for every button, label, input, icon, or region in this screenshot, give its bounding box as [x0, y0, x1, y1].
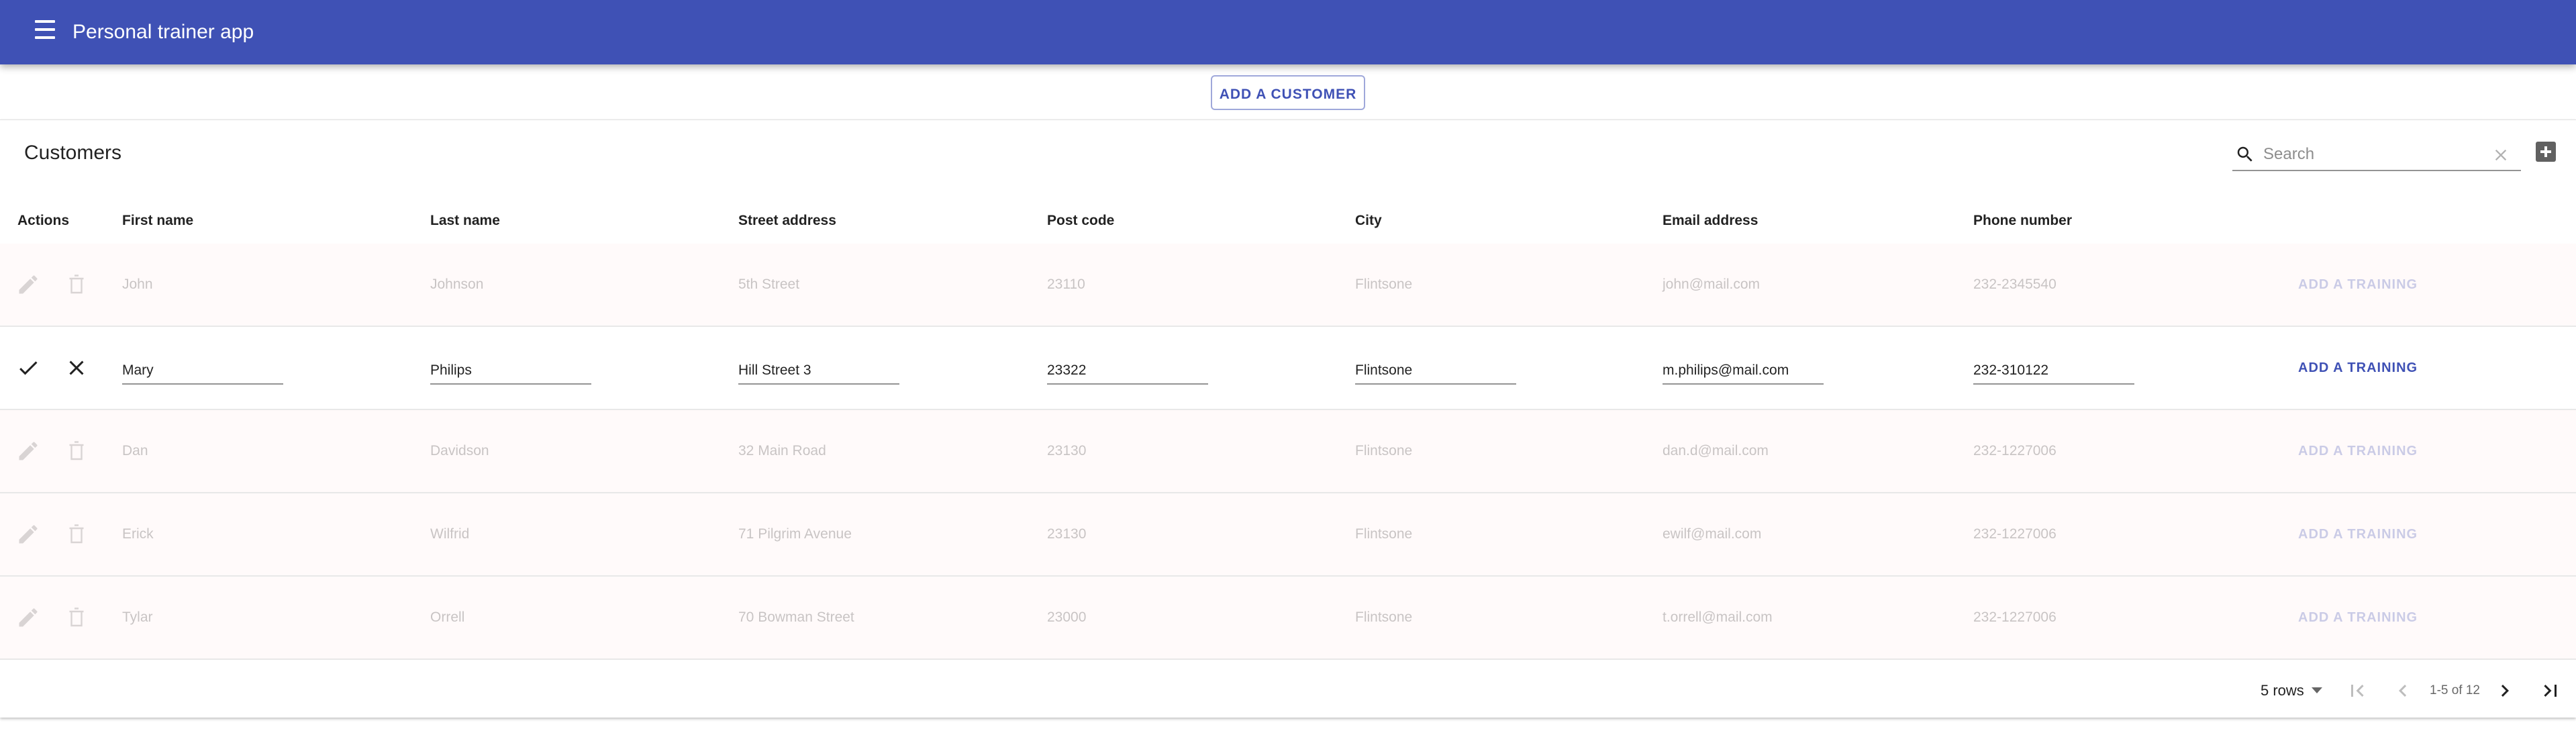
- cell-city: Flintsone: [1355, 526, 1413, 542]
- add-training-button[interactable]: ADD A TRAINING: [2298, 410, 2418, 492]
- cell-phone-number: 232-1227006: [1973, 443, 2057, 458]
- post-code-field[interactable]: [1047, 351, 1208, 385]
- column-header-phone-number[interactable]: Phone number: [1973, 199, 2072, 242]
- delete-icon[interactable]: [64, 605, 89, 630]
- delete-icon[interactable]: [64, 273, 89, 297]
- cell-post-code: 23110: [1047, 277, 1085, 292]
- previous-page-icon[interactable]: [2391, 679, 2415, 703]
- chevron-down-icon[interactable]: [2312, 687, 2322, 693]
- column-header-street-address[interactable]: Street address: [738, 199, 836, 242]
- cell-street-address: 32 Main Road: [738, 443, 826, 458]
- cell-last-name: Wilfrid: [430, 526, 470, 542]
- cell-city: Flintsone: [1355, 443, 1413, 458]
- customers-table: Customers Actions First name Last name S…: [0, 119, 2576, 718]
- cell-first-name: Dan: [122, 443, 148, 458]
- street-address-field[interactable]: [738, 351, 899, 385]
- cell-first-name: Tylar: [122, 609, 153, 625]
- add-training-button[interactable]: ADD A TRAINING: [2298, 577, 2418, 658]
- cell-phone-number: 232-1227006: [1973, 609, 2057, 625]
- cell-phone-number: 232-2345540: [1973, 277, 2057, 292]
- menu-icon[interactable]: [35, 20, 62, 44]
- table-header: Actions First name Last name Street addr…: [0, 199, 2576, 242]
- cell-last-name: Johnson: [430, 277, 484, 292]
- column-header-first-name[interactable]: First name: [122, 199, 193, 242]
- column-header-actions: Actions: [17, 213, 70, 228]
- add-training-button[interactable]: ADD A TRAINING: [2298, 327, 2418, 409]
- email-address-field[interactable]: [1663, 351, 1824, 385]
- table-row: Dan Davidson 32 Main Road 23130 Flintson…: [0, 410, 2576, 493]
- cell-street-address: 70 Bowman Street: [738, 609, 854, 625]
- check-icon[interactable]: [16, 356, 40, 380]
- delete-icon[interactable]: [64, 439, 89, 463]
- cell-first-name: John: [122, 277, 153, 292]
- cell-email-address: dan.d@mail.com: [1663, 443, 1769, 458]
- table-row: Tylar Orrell 70 Bowman Street 23000 Flin…: [0, 577, 2576, 660]
- edit-icon[interactable]: [16, 605, 40, 630]
- first-page-icon[interactable]: [2345, 679, 2369, 703]
- pagination: 5 rows 1-5 of 12: [0, 664, 2576, 718]
- column-header-post-code[interactable]: Post code: [1047, 199, 1114, 242]
- add-customer-button[interactable]: ADD A CUSTOMER: [1211, 75, 1365, 110]
- last-page-icon[interactable]: [2538, 679, 2563, 703]
- table-title: Customers: [24, 142, 122, 164]
- add-training-button[interactable]: ADD A TRAINING: [2298, 244, 2418, 326]
- rows-per-page-select[interactable]: 5 rows: [2261, 677, 2334, 704]
- edit-icon[interactable]: [16, 273, 40, 297]
- cell-post-code: 23130: [1047, 526, 1087, 542]
- city-field[interactable]: [1355, 351, 1516, 385]
- search-input[interactable]: [2262, 140, 2479, 168]
- cell-email-address: john@mail.com: [1663, 277, 1761, 292]
- phone-number-field[interactable]: [1973, 351, 2134, 385]
- app-bar: Personal trainer app: [0, 0, 2576, 64]
- cell-phone-number: 232-1227006: [1973, 526, 2057, 542]
- delete-icon[interactable]: [64, 522, 89, 546]
- first-name-field[interactable]: [122, 351, 283, 385]
- cell-post-code: 23000: [1047, 609, 1087, 625]
- cell-city: Flintsone: [1355, 609, 1413, 625]
- edit-icon[interactable]: [16, 522, 40, 546]
- table-row-editing: ADD A TRAINING: [0, 327, 2576, 410]
- clear-search-icon[interactable]: [2491, 146, 2510, 164]
- table-row: Erick Wilfrid 71 Pilgrim Avenue 23130 Fl…: [0, 493, 2576, 577]
- add-training-button[interactable]: ADD A TRAINING: [2298, 493, 2418, 575]
- app-title: Personal trainer app: [72, 21, 254, 43]
- cell-street-address: 5th Street: [738, 277, 800, 292]
- column-header-last-name[interactable]: Last name: [430, 199, 500, 242]
- search-icon: [2237, 146, 2252, 162]
- cell-email-address: ewilf@mail.com: [1663, 526, 1762, 542]
- next-page-icon[interactable]: [2493, 679, 2517, 703]
- cell-email-address: t.orrell@mail.com: [1663, 609, 1773, 625]
- add-row-icon[interactable]: [2536, 142, 2556, 162]
- cell-city: Flintsone: [1355, 277, 1413, 292]
- page-range: 1-5 of 12: [2430, 683, 2480, 697]
- last-name-field[interactable]: [430, 351, 591, 385]
- cell-street-address: 71 Pilgrim Avenue: [738, 526, 852, 542]
- cell-last-name: Davidson: [430, 443, 489, 458]
- column-header-email-address[interactable]: Email address: [1663, 199, 1758, 242]
- close-icon[interactable]: [64, 356, 89, 380]
- cell-first-name: Erick: [122, 526, 154, 542]
- column-header-city[interactable]: City: [1355, 199, 1382, 242]
- cell-last-name: Orrell: [430, 609, 465, 625]
- search-box: [2232, 140, 2521, 171]
- edit-icon[interactable]: [16, 439, 40, 463]
- table-row: John Johnson 5th Street 23110 Flintsone …: [0, 244, 2576, 327]
- cell-post-code: 23130: [1047, 443, 1087, 458]
